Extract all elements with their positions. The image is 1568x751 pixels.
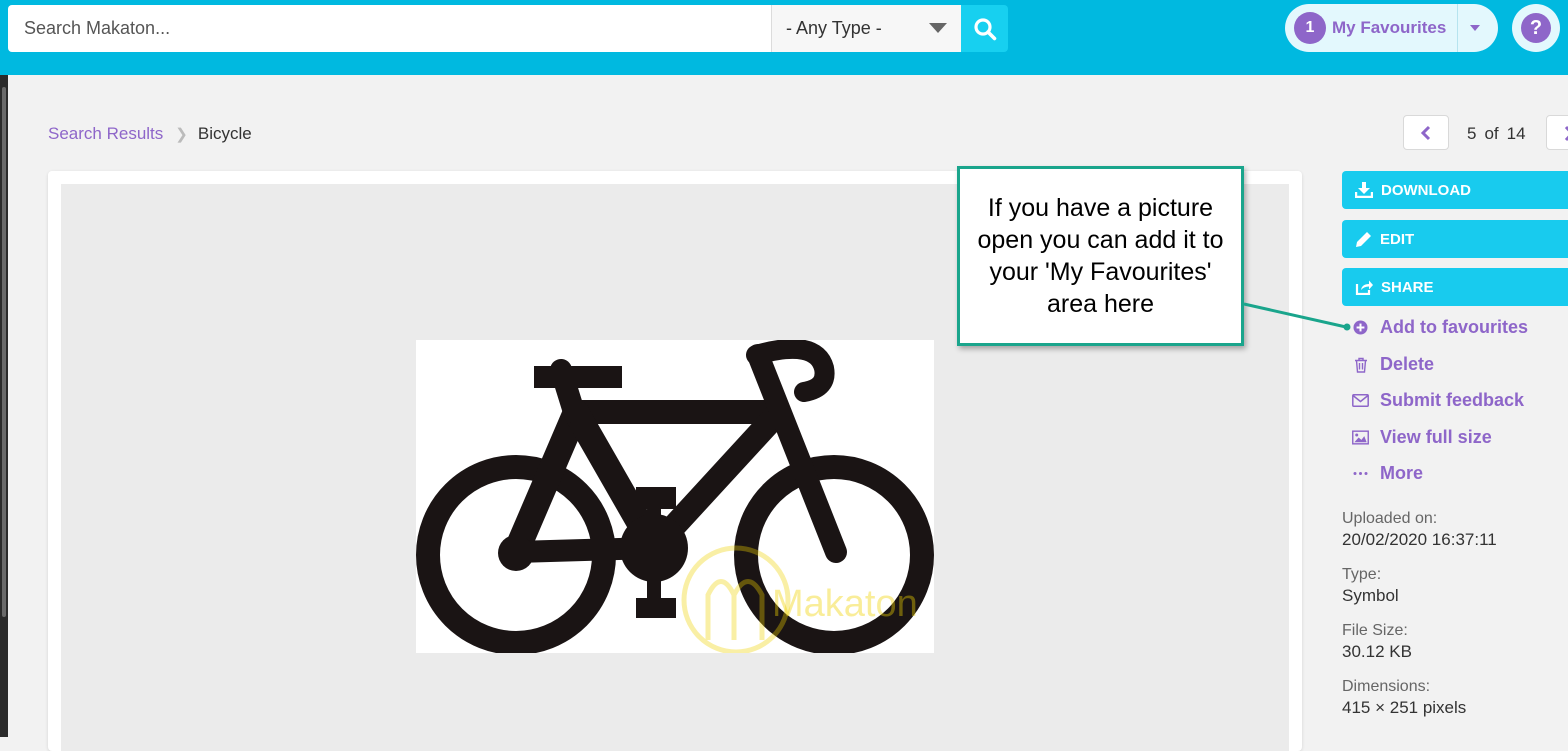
share-button[interactable]: SHARE bbox=[1342, 268, 1568, 306]
ellipsis-icon bbox=[1352, 465, 1369, 482]
envelope-icon bbox=[1352, 392, 1369, 409]
plus-circle-icon bbox=[1352, 319, 1369, 336]
add-to-favourites-label: Add to favourites bbox=[1380, 317, 1529, 337]
favourites-divider bbox=[1457, 4, 1458, 52]
search-placeholder: Search Makaton... bbox=[24, 18, 171, 38]
favourites-dropdown-icon[interactable] bbox=[1470, 25, 1480, 31]
chevron-left-icon bbox=[1420, 125, 1431, 140]
submit-feedback-link[interactable]: Submit feedback bbox=[1352, 390, 1524, 411]
trash-icon bbox=[1352, 356, 1369, 373]
pencil-icon bbox=[1356, 231, 1371, 247]
uploaded-label: Uploaded on: bbox=[1342, 510, 1438, 527]
bicycle-picture: Makaton bbox=[416, 338, 934, 655]
share-label: SHARE bbox=[1381, 278, 1434, 296]
search-icon bbox=[973, 17, 996, 40]
breadcrumb: Search Results ❯ Bicycle bbox=[48, 124, 252, 144]
next-button[interactable] bbox=[1546, 115, 1568, 150]
download-icon bbox=[1355, 182, 1373, 198]
breadcrumb-search-results[interactable]: Search Results bbox=[48, 124, 163, 144]
help-button[interactable]: ? bbox=[1512, 4, 1560, 52]
delete-link[interactable]: Delete bbox=[1352, 354, 1434, 375]
file-size-value: 30.12 KB bbox=[1342, 642, 1412, 661]
pager-total: 14 bbox=[1506, 124, 1526, 143]
search-input[interactable]: Search Makaton... bbox=[8, 5, 771, 52]
submit-feedback-label: Submit feedback bbox=[1380, 390, 1525, 410]
more-label: More bbox=[1380, 463, 1424, 483]
pager-position: 5 of 14 bbox=[1467, 124, 1526, 144]
pager-of: of bbox=[1484, 124, 1499, 143]
dimensions-value: 415 × 251 pixels bbox=[1342, 698, 1467, 717]
more-link[interactable]: More bbox=[1352, 463, 1423, 484]
view-full-size-label: View full size bbox=[1380, 427, 1492, 447]
view-full-size-link[interactable]: View full size bbox=[1352, 427, 1492, 448]
edit-label: EDIT bbox=[1380, 230, 1415, 248]
share-icon bbox=[1355, 280, 1373, 295]
scrollbar-thumb[interactable] bbox=[2, 87, 6, 617]
makaton-watermark: Makaton bbox=[772, 583, 918, 625]
previous-button[interactable] bbox=[1403, 115, 1449, 150]
uploaded-value: 20/02/2020 16:37:11 bbox=[1342, 530, 1497, 549]
type-label: Type: bbox=[1342, 566, 1382, 583]
file-size-label: File Size: bbox=[1342, 622, 1408, 639]
download-label: DOWNLOAD bbox=[1381, 181, 1471, 199]
type-value: Symbol bbox=[1342, 586, 1399, 605]
delete-label: Delete bbox=[1380, 354, 1435, 374]
my-favourites-button[interactable]: 1 My Favourites bbox=[1285, 4, 1498, 52]
type-select-value: - Any Type - bbox=[786, 18, 882, 38]
callout-text: If you have a picture open you can add i… bbox=[977, 194, 1224, 318]
scrollbar[interactable] bbox=[0, 75, 8, 737]
tutorial-callout: If you have a picture open you can add i… bbox=[957, 166, 1244, 346]
chevron-right-icon bbox=[1564, 125, 1568, 142]
image-icon bbox=[1352, 429, 1369, 446]
dimensions-label: Dimensions: bbox=[1342, 678, 1431, 695]
caret-down-icon bbox=[929, 23, 947, 33]
favourites-count-badge: 1 bbox=[1294, 12, 1326, 44]
help-icon: ? bbox=[1521, 13, 1551, 43]
symbol-image[interactable]: Makaton bbox=[416, 338, 934, 655]
add-to-favourites-link[interactable]: Add to favourites bbox=[1352, 317, 1528, 338]
pager-current: 5 bbox=[1467, 124, 1477, 143]
download-button[interactable]: DOWNLOAD bbox=[1342, 171, 1568, 209]
type-select[interactable]: - Any Type - bbox=[771, 5, 961, 52]
favourites-label: My Favourites bbox=[1332, 18, 1447, 37]
edit-button[interactable]: EDIT bbox=[1342, 220, 1568, 258]
breadcrumb-separator-icon: ❯ bbox=[175, 126, 188, 143]
search-button[interactable] bbox=[961, 5, 1008, 52]
breadcrumb-current: Bicycle bbox=[197, 124, 252, 143]
top-bar: Search Makaton... - Any Type - 1 My Favo… bbox=[0, 0, 1568, 75]
